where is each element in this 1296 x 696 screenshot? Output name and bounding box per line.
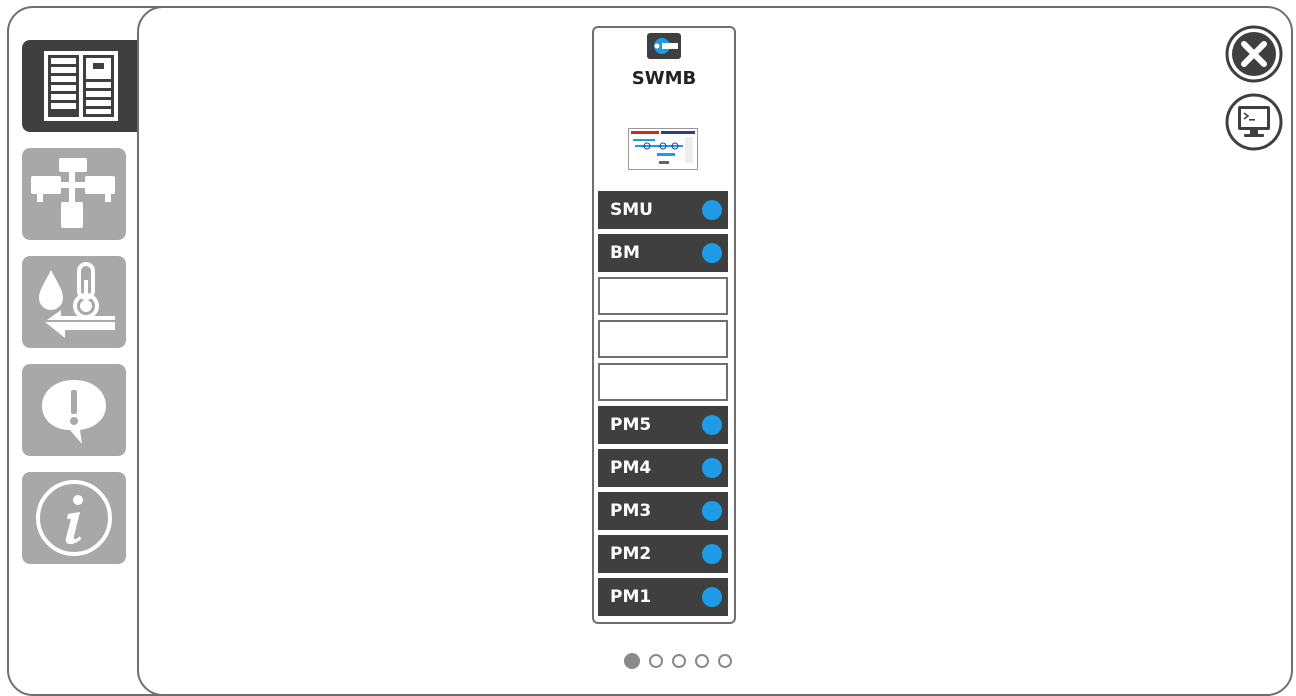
- page-indicator: [624, 653, 732, 672]
- rack-slot-smu[interactable]: SMU: [598, 191, 728, 229]
- page-dot-5[interactable]: [718, 654, 732, 668]
- status-led-icon: [702, 501, 722, 521]
- page-dot-3[interactable]: [672, 654, 686, 668]
- close-button[interactable]: [1224, 24, 1284, 84]
- terminal-button[interactable]: [1224, 92, 1284, 152]
- rack-slot-empty-2: [598, 320, 728, 358]
- slot-label: PM5: [610, 415, 652, 435]
- status-led-icon: [702, 544, 722, 564]
- page-dot-2[interactable]: [649, 654, 663, 668]
- nav-network-view-button[interactable]: [22, 148, 126, 240]
- alert-bubble-icon: [42, 380, 106, 444]
- slot-label: PM3: [610, 501, 652, 521]
- slot-label: PM2: [610, 544, 652, 564]
- rack-slot-bm[interactable]: BM: [598, 234, 728, 272]
- page-dot-4[interactable]: [695, 654, 709, 668]
- rack-unit-swmb: SWMB SMU BM PM5 PM4 PM3 PM2 PM1: [592, 26, 736, 624]
- rack-slot-pm5[interactable]: PM5: [598, 406, 728, 444]
- status-led-icon: [702, 243, 722, 263]
- rack-title: SWMB: [631, 68, 697, 89]
- nav-info-view-button[interactable]: [22, 472, 126, 564]
- status-led-icon: [702, 587, 722, 607]
- rack-slot-pm4[interactable]: PM4: [598, 449, 728, 487]
- swmb-logo-icon: [647, 33, 681, 59]
- network-topology-icon: [31, 158, 115, 228]
- slot-label: SMU: [610, 200, 653, 220]
- slot-label: PM4: [610, 458, 652, 478]
- close-icon: [1225, 25, 1283, 83]
- info-icon: [36, 480, 112, 556]
- terminal-monitor-icon: [1225, 93, 1283, 151]
- rack-slot-pm3[interactable]: PM3: [598, 492, 728, 530]
- page-dot-1[interactable]: [624, 653, 640, 669]
- status-led-icon: [702, 200, 722, 220]
- nav-alarms-view-button[interactable]: [22, 364, 126, 456]
- rack-slot-pm2[interactable]: PM2: [598, 535, 728, 573]
- rack-cabinet-icon: [44, 51, 118, 121]
- water-temperature-icon: [39, 262, 115, 338]
- slot-label: BM: [610, 243, 640, 263]
- status-led-icon: [702, 458, 722, 478]
- rack-slot-empty-3: [598, 363, 728, 401]
- slot-label: PM1: [610, 587, 652, 607]
- rack-slot-pm1[interactable]: PM1: [598, 578, 728, 616]
- rack-slot-empty-1: [598, 277, 728, 315]
- nav-rack-view-button[interactable]: [22, 40, 140, 132]
- status-led-icon: [702, 415, 722, 435]
- schematic-thumbnail-icon: [631, 131, 695, 164]
- rack-schematic-thumbnail[interactable]: [628, 128, 698, 170]
- nav-environment-view-button[interactable]: [22, 256, 126, 348]
